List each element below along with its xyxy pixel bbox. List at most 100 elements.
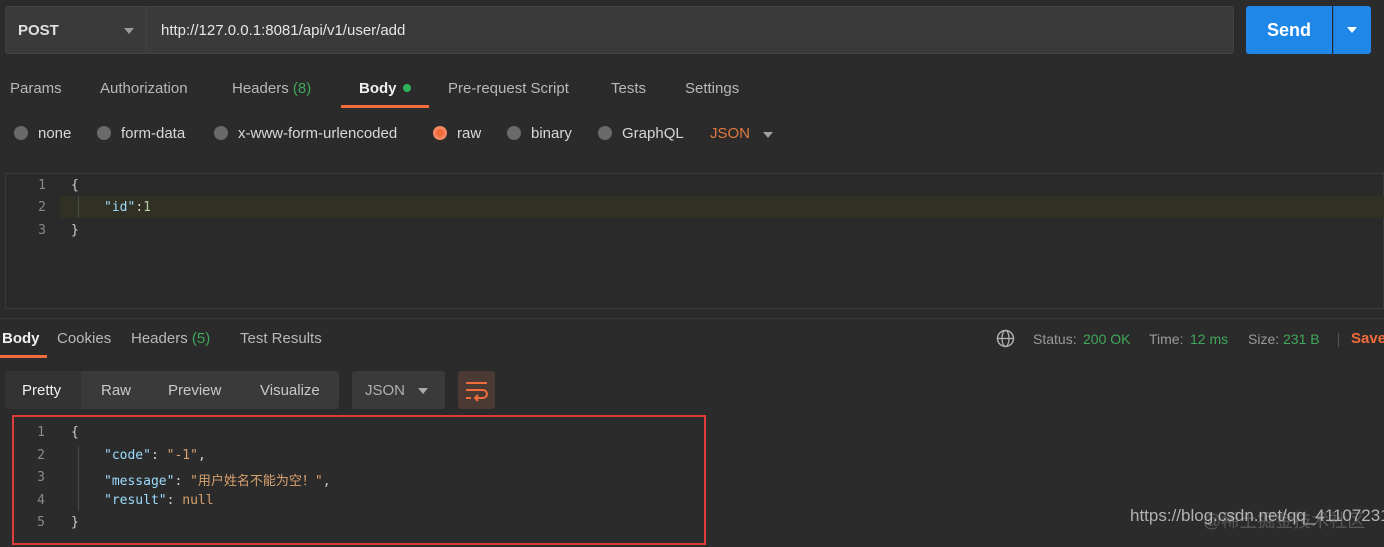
json-colon: :: [135, 200, 144, 215]
tab-label: Settings: [685, 80, 740, 97]
chevron-down-icon[interactable]: [763, 132, 773, 138]
code-open-brace: {: [71, 425, 79, 440]
tab-settings[interactable]: Settings: [685, 80, 739, 97]
code-line: "code": "-1",: [104, 448, 206, 463]
json-value: 1: [143, 200, 151, 215]
wrap-icon: [466, 382, 488, 402]
json-key: "id": [104, 200, 136, 215]
radio-label: raw: [457, 125, 482, 142]
status-value: 200 OK: [1083, 331, 1131, 347]
globe-icon[interactable]: [996, 329, 1015, 353]
size-value: 231 B: [1283, 331, 1320, 347]
tab-label: Authorization: [100, 80, 188, 97]
radio-x-www-form-urlencoded[interactable]: x-www-form-urlencoded: [214, 125, 397, 142]
tab-label: Tests: [611, 80, 647, 97]
watermark-csdn: https://blog.csdn.net/qq_41107231: [1130, 506, 1384, 525]
time-label: Time:: [1149, 331, 1184, 347]
radio-label: form-data: [121, 125, 186, 142]
json-key: "code": [104, 448, 151, 463]
divider: [1338, 333, 1339, 347]
chevron-down-icon: [418, 388, 428, 394]
radio-selected-icon: [433, 126, 447, 140]
tab-authorization[interactable]: Authorization: [100, 80, 188, 97]
save-response-button[interactable]: Save: [1351, 330, 1384, 347]
headers-count: (8): [292, 80, 312, 97]
url-text: http://127.0.0.1:8081/api/v1/user/add: [161, 22, 406, 39]
modified-dot-icon: [402, 84, 411, 92]
raw-format-select[interactable]: JSON: [710, 125, 750, 142]
chevron-down-icon: [1347, 27, 1357, 33]
radio-circle-icon: [598, 126, 612, 140]
divider: [0, 318, 1384, 319]
wrap-lines-button[interactable]: [458, 371, 495, 409]
radio-label: x-www-form-urlencoded: [238, 125, 398, 142]
send-button[interactable]: Send: [1246, 6, 1332, 54]
time-value: 12 ms: [1190, 331, 1229, 347]
radio-label: GraphQL: [622, 125, 684, 142]
view-raw-button[interactable]: Raw: [101, 382, 131, 399]
code-line: "result": null: [104, 493, 214, 508]
radio-graphql[interactable]: GraphQL: [598, 125, 684, 142]
tab-pre-request-script[interactable]: Pre-request Script: [448, 80, 569, 97]
url-input[interactable]: http://127.0.0.1:8081/api/v1/user/add: [147, 6, 1234, 54]
current-line-highlight: [60, 196, 1384, 218]
code-open-brace: {: [71, 178, 79, 193]
radio-raw[interactable]: raw: [433, 125, 481, 142]
method-label: POST: [18, 22, 59, 39]
code-line: "message": "用户姓名不能为空！",: [104, 474, 331, 489]
radio-circle-icon: [97, 126, 111, 140]
code-close-brace: }: [71, 515, 79, 530]
indent-guide: [78, 447, 79, 511]
active-tab-indicator: [341, 105, 429, 108]
tab-body[interactable]: Body: [359, 80, 411, 97]
radio-none[interactable]: none: [14, 125, 71, 142]
radio-circle-icon: [14, 126, 28, 140]
tab-params[interactable]: Params: [10, 80, 62, 97]
line-number: 3: [37, 470, 45, 485]
view-pretty-button[interactable]: Pretty: [22, 382, 61, 399]
tab-label: Params: [10, 80, 62, 97]
response-tab-test-results[interactable]: Test Results: [240, 330, 322, 347]
json-value: "-1": [166, 448, 198, 463]
size-label: Size:: [1248, 331, 1280, 347]
json-key: "message": [104, 474, 175, 489]
json-value: null: [182, 493, 214, 508]
line-number: 2: [38, 200, 46, 215]
radio-form-data[interactable]: form-data: [97, 125, 185, 142]
tab-label: Body: [359, 80, 397, 97]
headers-count: (5): [191, 330, 211, 347]
indent-guide: [78, 196, 79, 218]
line-number: 1: [38, 178, 46, 193]
chevron-down-icon: [124, 28, 134, 34]
request-body-editor[interactable]: [5, 173, 1384, 309]
radio-label: binary: [531, 125, 572, 142]
response-tab-headers[interactable]: Headers (5): [131, 330, 210, 347]
line-number: 4: [37, 493, 45, 508]
response-tab-cookies[interactable]: Cookies: [57, 330, 111, 347]
format-label: JSON: [365, 382, 406, 399]
tab-label: Headers: [232, 80, 289, 97]
code-line: "id":1: [104, 200, 151, 215]
send-options-button[interactable]: [1333, 6, 1371, 54]
json-key: "result": [104, 493, 167, 508]
view-preview-button[interactable]: Preview: [168, 382, 221, 399]
status-label: Status:: [1033, 331, 1077, 347]
method-select[interactable]: POST: [5, 6, 147, 54]
tab-tests[interactable]: Tests: [611, 80, 646, 97]
active-tab-indicator: [0, 355, 47, 358]
json-value: "用户姓名不能为空！": [190, 474, 323, 489]
tab-label: Pre-request Script: [448, 80, 569, 97]
tab-label: Headers: [131, 330, 188, 347]
tab-headers[interactable]: Headers (8): [232, 80, 311, 97]
line-number: 3: [38, 223, 46, 238]
view-visualize-button[interactable]: Visualize: [260, 382, 320, 399]
response-tab-body[interactable]: Body: [2, 330, 40, 347]
radio-label: none: [38, 125, 72, 142]
radio-circle-icon: [214, 126, 228, 140]
line-number: 1: [37, 425, 45, 440]
response-format-select[interactable]: JSON: [352, 371, 445, 409]
line-number: 2: [37, 448, 45, 463]
line-number: 5: [37, 515, 45, 530]
radio-circle-icon: [507, 126, 521, 140]
radio-binary[interactable]: binary: [507, 125, 572, 142]
